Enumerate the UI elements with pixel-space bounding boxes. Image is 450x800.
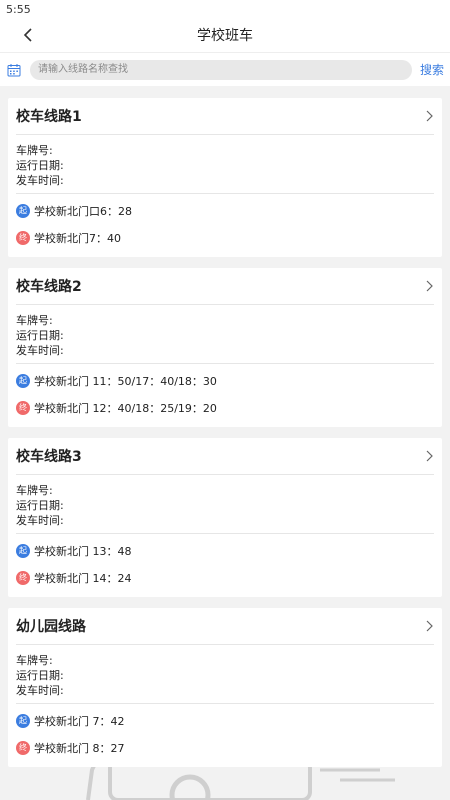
start-stop: 起 学校新北门 13：48 <box>16 537 434 564</box>
route-card-header[interactable]: 校车线路3 <box>16 438 434 475</box>
plate-label: 车牌号: <box>16 144 53 157</box>
route-name: 校车线路2 <box>16 279 82 295</box>
route-info: 车牌号: 运行日期: 发车时间: <box>16 135 434 194</box>
run-date-label: 运行日期: <box>16 329 64 342</box>
depart-time-label: 发车时间: <box>16 174 64 187</box>
status-bar: 5:55 <box>0 0 450 18</box>
depart-time-label: 发车时间: <box>16 514 64 527</box>
route-card: 幼儿园线路 车牌号: 运行日期: 发车时间: 起 学校新北门 7：42 终 学校… <box>8 608 442 767</box>
end-stop-text: 学校新北门7：40 <box>34 231 121 245</box>
chevron-right-icon <box>426 450 433 462</box>
depart-time-label: 发车时间: <box>16 344 64 357</box>
end-badge: 终 <box>16 740 30 755</box>
end-badge: 终 <box>16 400 30 415</box>
start-stop: 起 学校新北门 7：42 <box>16 707 434 734</box>
start-stop-text: 学校新北门 7：42 <box>34 714 125 728</box>
end-stop: 终 学校新北门 12：40/18：25/19：20 <box>16 394 434 421</box>
search-button[interactable]: 搜索 <box>420 61 444 78</box>
route-card: 校车线路3 车牌号: 运行日期: 发车时间: 起 学校新北门 13：48 终 学… <box>8 438 442 597</box>
route-card: 校车线路1 车牌号: 运行日期: 发车时间: 起 学校新北门口6：28 终 学校… <box>8 98 442 257</box>
page-title: 学校班车 <box>197 28 253 44</box>
chevron-right-icon <box>426 620 433 632</box>
back-button[interactable] <box>14 22 42 48</box>
route-name: 校车线路3 <box>16 449 82 465</box>
search-bar: 搜索 <box>0 52 450 86</box>
start-stop: 起 学校新北门口6：28 <box>16 197 434 224</box>
status-time: 5:55 <box>6 3 31 16</box>
start-stop-text: 学校新北门 11：50/17：40/18：30 <box>34 374 217 388</box>
start-badge: 起 <box>16 203 30 218</box>
title-bar: 学校班车 <box>0 18 450 52</box>
route-info: 车牌号: 运行日期: 发车时间: <box>16 475 434 534</box>
route-card-header[interactable]: 校车线路2 <box>16 268 434 305</box>
route-name: 幼儿园线路 <box>16 619 86 635</box>
end-stop-text: 学校新北门 8：27 <box>34 741 125 755</box>
end-stop: 终 学校新北门 14：24 <box>16 564 434 591</box>
route-name: 校车线路1 <box>16 109 82 125</box>
start-stop-text: 学校新北门 13：48 <box>34 544 132 558</box>
run-date-label: 运行日期: <box>16 499 64 512</box>
plate-label: 车牌号: <box>16 654 53 667</box>
route-info: 车牌号: 运行日期: 发车时间: <box>16 645 434 704</box>
run-date-label: 运行日期: <box>16 159 64 172</box>
chevron-right-icon <box>426 280 433 292</box>
start-badge: 起 <box>16 543 30 558</box>
route-card-header[interactable]: 幼儿园线路 <box>16 608 434 645</box>
route-card-header[interactable]: 校车线路1 <box>16 98 434 135</box>
start-badge: 起 <box>16 373 30 388</box>
chevron-right-icon <box>426 110 433 122</box>
depart-time-label: 发车时间: <box>16 684 64 697</box>
end-stop-text: 学校新北门 14：24 <box>34 571 132 585</box>
end-stop-text: 学校新北门 12：40/18：25/19：20 <box>34 401 217 415</box>
route-card: 校车线路2 车牌号: 运行日期: 发车时间: 起 学校新北门 11：50/17：… <box>8 268 442 427</box>
chevron-left-icon <box>23 28 32 42</box>
route-info: 车牌号: 运行日期: 发车时间: <box>16 305 434 364</box>
search-input[interactable] <box>30 59 412 80</box>
run-date-label: 运行日期: <box>16 669 64 682</box>
end-stop: 终 学校新北门7：40 <box>16 224 434 251</box>
start-stop: 起 学校新北门 11：50/17：40/18：30 <box>16 367 434 394</box>
end-badge: 终 <box>16 230 30 245</box>
end-stop: 终 学校新北门 8：27 <box>16 734 434 761</box>
start-stop-text: 学校新北门口6：28 <box>34 204 132 218</box>
end-badge: 终 <box>16 570 30 585</box>
calendar-icon[interactable] <box>6 62 22 78</box>
route-list: 校车线路1 车牌号: 运行日期: 发车时间: 起 学校新北门口6：28 终 学校… <box>0 86 450 800</box>
plate-label: 车牌号: <box>16 484 53 497</box>
start-badge: 起 <box>16 713 30 728</box>
plate-label: 车牌号: <box>16 314 53 327</box>
